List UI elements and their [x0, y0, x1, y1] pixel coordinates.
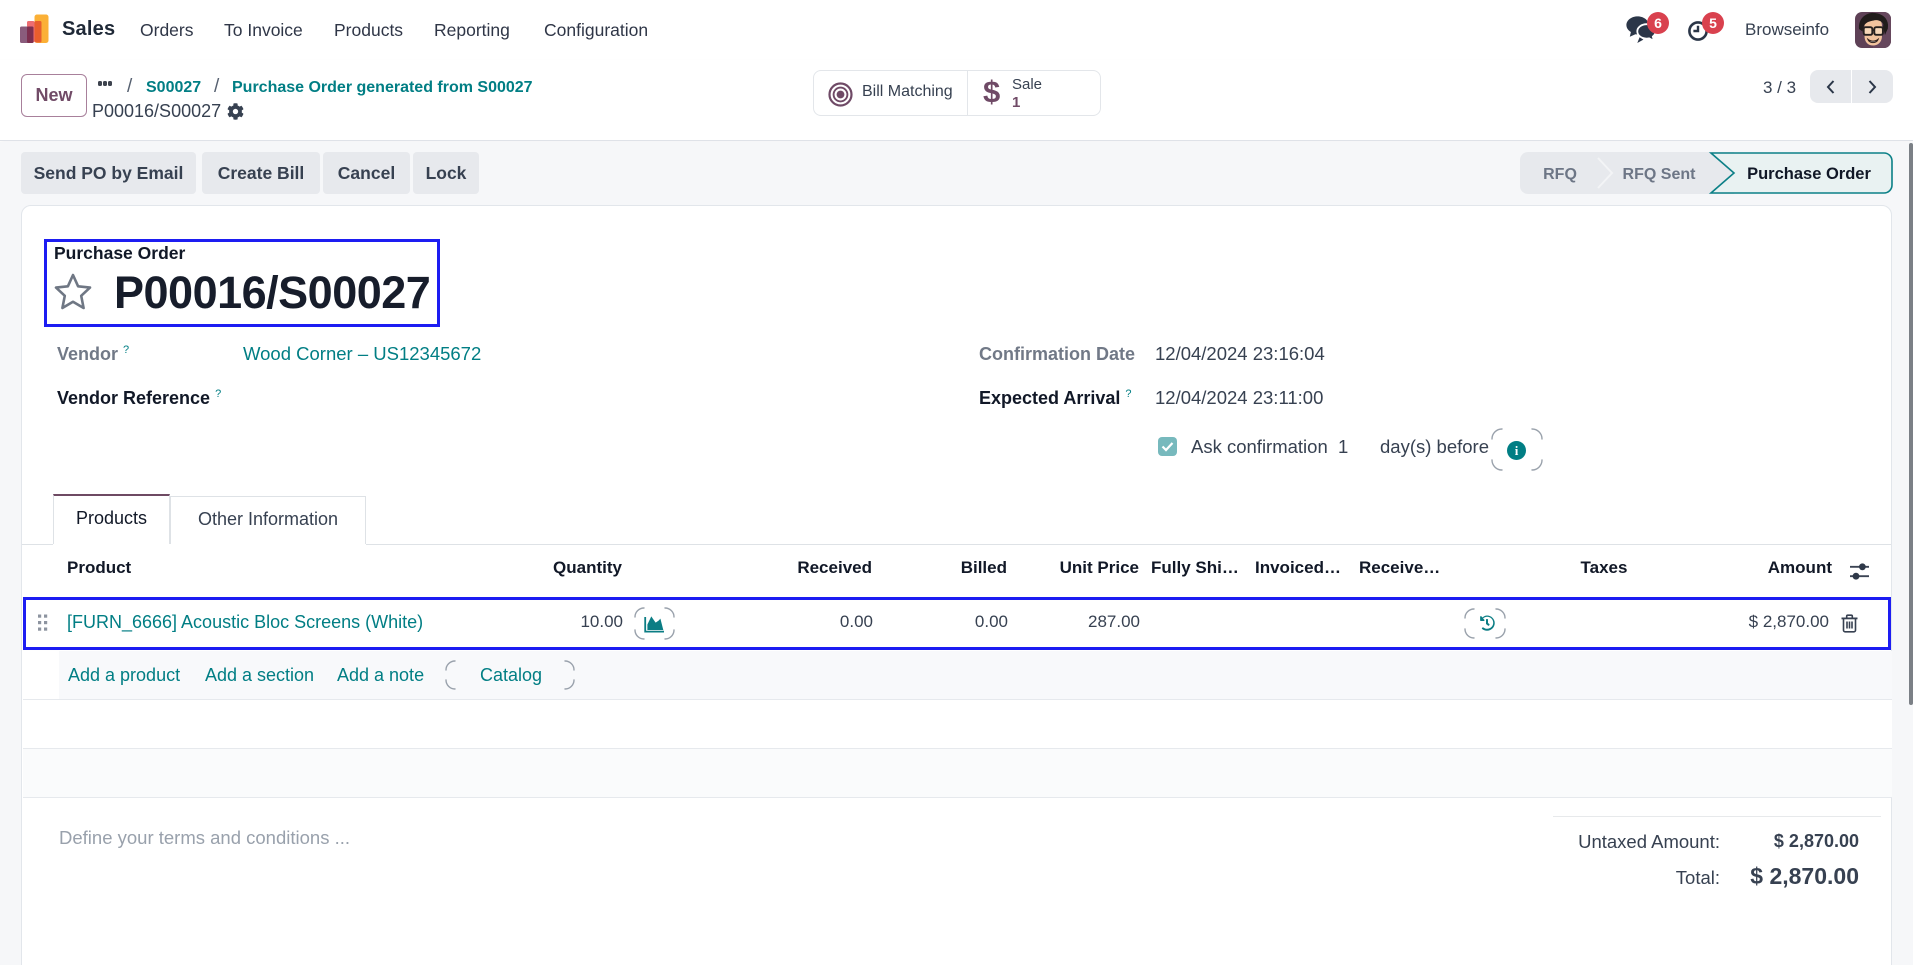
- svg-text:Purchase Order: Purchase Order: [1747, 165, 1871, 183]
- svg-text:RFQ: RFQ: [1543, 166, 1577, 183]
- svg-text:RFQ Sent: RFQ Sent: [1623, 166, 1697, 183]
